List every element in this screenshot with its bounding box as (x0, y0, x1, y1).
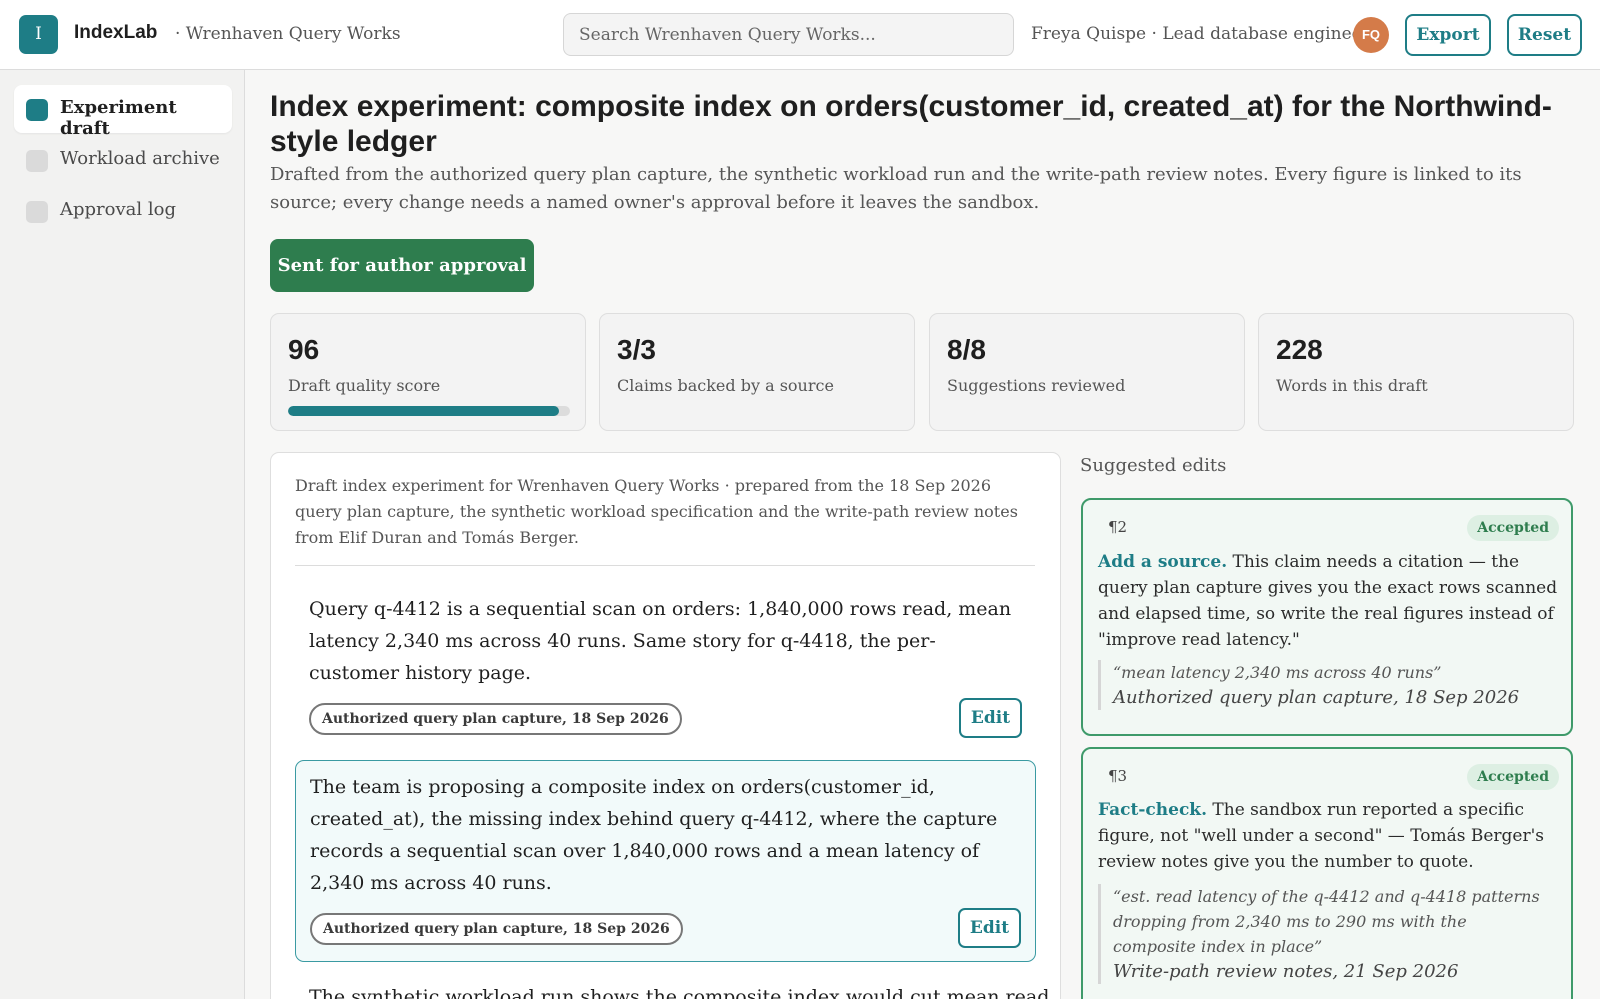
quality-progress-fill (288, 406, 559, 416)
sidebar-item-experiment-draft[interactable]: Experiment draft (14, 85, 232, 139)
stat-label: Draft quality score (288, 376, 441, 395)
source-quote: “est. read latency of the q-4412 and q-4… (1098, 884, 1553, 984)
sidebar-item-label: Experiment draft (60, 97, 177, 139)
suggestion-action: Fact-check. (1098, 800, 1207, 820)
stat-card-words: 228 Words in this draft (1258, 313, 1574, 431)
sidebar-item-workload-archive[interactable]: Workload archive (14, 136, 232, 184)
sent-for-approval-button[interactable]: Sent for author approval (270, 239, 534, 292)
quality-progress-bar (288, 406, 570, 416)
stat-value: 96 (288, 334, 320, 365)
stat-value: 3/3 (617, 334, 656, 365)
edit-button[interactable]: Edit (958, 908, 1021, 948)
paragraph-ref: ¶3 (1108, 767, 1128, 785)
status-badge: Accepted (1467, 764, 1559, 790)
app-logo: I (19, 15, 58, 54)
source-chip[interactable]: Authorized query plan capture, 18 Sep 20… (310, 913, 683, 945)
stat-value: 228 (1276, 334, 1323, 365)
sidebar-item-label: Approval log (60, 199, 176, 220)
paragraph-ref: ¶2 (1108, 518, 1128, 536)
stat-label: Suggestions reviewed (947, 376, 1126, 395)
sidebar-item-label: Workload archive (60, 148, 220, 169)
stat-value: 8/8 (947, 334, 986, 365)
suggestion-card[interactable]: ¶3 Accepted Fact-check. The sandbox run … (1081, 747, 1573, 999)
sidebar: Experiment draft Workload archive Approv… (0, 70, 245, 999)
search-input[interactable] (563, 13, 1014, 56)
draft-paragraph-3[interactable]: The synthetic workload run shows the com… (295, 979, 1050, 999)
stat-card-claims: 3/3 Claims backed by a source (599, 313, 915, 431)
user-name: Freya Quispe · Lead database engineer (1031, 24, 1370, 44)
source-quote: “mean latency 2,340 ms across 40 runs” A… (1098, 660, 1553, 710)
nav-square-icon (26, 201, 48, 223)
top-bar: I IndexLab · Wrenhaven Query Works Freya… (0, 0, 1600, 70)
draft-panel: Draft index experiment for Wrenhaven Que… (270, 452, 1061, 999)
source-chip[interactable]: Authorized query plan capture, 18 Sep 20… (309, 703, 682, 735)
stat-card-suggestions: 8/8 Suggestions reviewed (929, 313, 1245, 431)
stat-label: Claims backed by a source (617, 376, 834, 395)
suggestion-body: Add a source. This claim needs a citatio… (1098, 549, 1558, 653)
paragraph-text: Query q-4412 is a sequential scan on ord… (309, 598, 1012, 684)
paragraph-text: The team is proposing a composite index … (310, 776, 998, 894)
sidebar-item-approval-log[interactable]: Approval log (14, 187, 232, 235)
status-badge: Accepted (1467, 515, 1559, 541)
draft-paragraph-2[interactable]: The team is proposing a composite index … (295, 760, 1036, 962)
stat-label: Words in this draft (1276, 376, 1428, 395)
suggestion-action: Add a source. (1098, 552, 1228, 572)
quote-source: Authorized query plan capture, 18 Sep 20… (1113, 687, 1520, 708)
suggested-edits-heading: Suggested edits (1080, 455, 1227, 476)
suggestion-body: Fact-check. The sandbox run reported a s… (1098, 797, 1558, 875)
draft-intro: Draft index experiment for Wrenhaven Que… (295, 473, 1035, 566)
nav-square-icon (26, 150, 48, 172)
paragraph-text: The synthetic workload run shows the com… (309, 986, 1050, 999)
stat-card-quality: 96 Draft quality score (270, 313, 586, 431)
reset-button[interactable]: Reset (1507, 14, 1582, 56)
page-subtitle: Drafted from the authorized query plan c… (270, 164, 1522, 213)
workspace-name: · Wrenhaven Query Works (175, 24, 401, 44)
quote-text: “est. read latency of the q-4412 and q-4… (1113, 887, 1540, 956)
page-title: Index experiment: composite index on ord… (270, 90, 1552, 158)
nav-square-icon (26, 99, 48, 121)
brand-name: IndexLab (74, 22, 158, 43)
avatar[interactable]: FQ (1353, 17, 1389, 53)
export-button[interactable]: Export (1405, 14, 1491, 56)
draft-paragraph-1[interactable]: Query q-4412 is a sequential scan on ord… (295, 585, 1036, 740)
edit-button[interactable]: Edit (959, 698, 1022, 738)
quote-text: “mean latency 2,340 ms across 40 runs” (1113, 663, 1442, 682)
suggestion-card[interactable]: ¶2 Accepted Add a source. This claim nee… (1081, 498, 1573, 736)
quote-source: Write-path review notes, 21 Sep 2026 (1113, 961, 1459, 982)
